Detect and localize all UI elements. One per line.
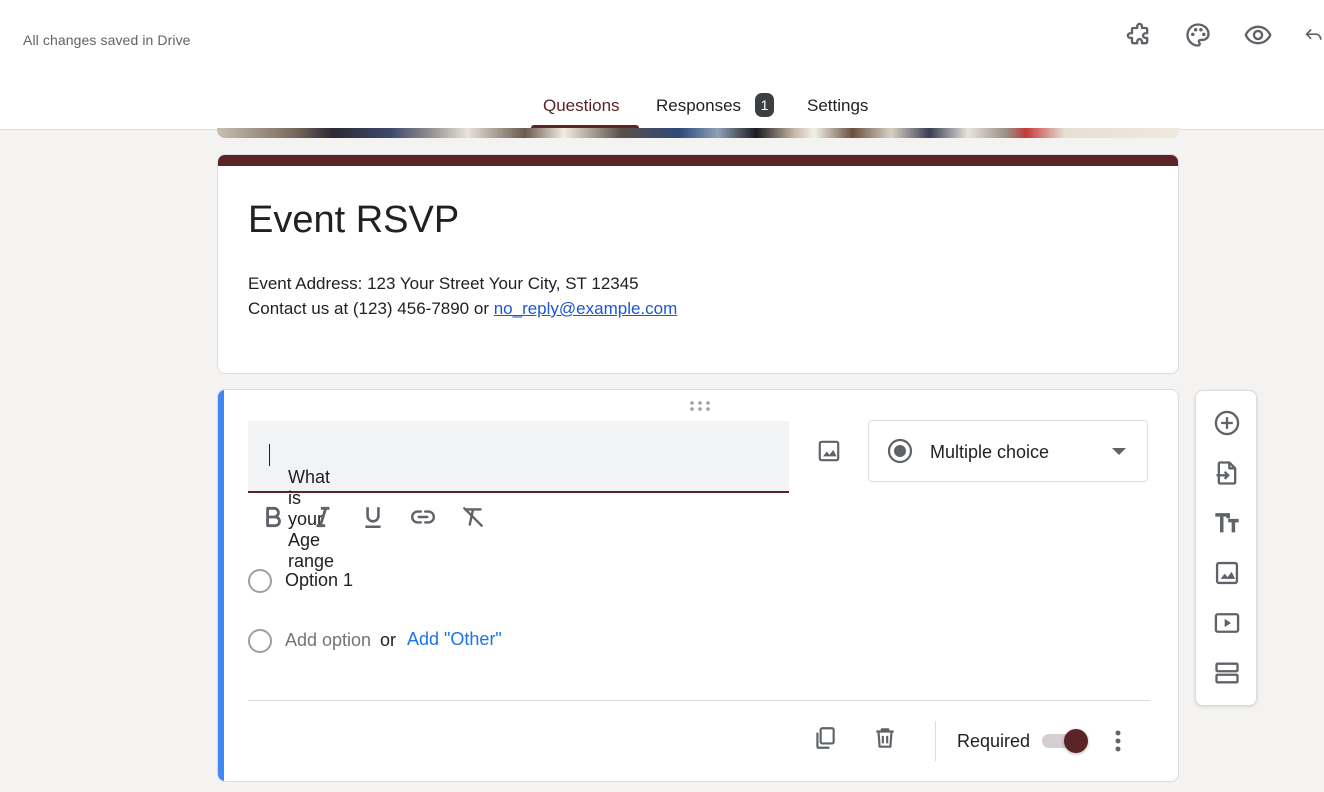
undo-icon[interactable] xyxy=(1300,18,1324,52)
required-toggle[interactable] xyxy=(1042,729,1088,753)
preview-eye-icon[interactable] xyxy=(1241,18,1275,52)
add-option-input[interactable]: Add option xyxy=(285,630,371,651)
text-cursor xyxy=(269,444,270,466)
add-option-radio xyxy=(248,629,272,653)
side-toolbar xyxy=(1195,390,1257,706)
question-type-label: Multiple choice xyxy=(930,442,1050,462)
add-video-icon[interactable] xyxy=(1210,606,1244,640)
delete-trash-icon[interactable] xyxy=(870,723,900,753)
option-radio xyxy=(248,569,272,593)
bold-icon[interactable] xyxy=(258,502,288,532)
question-type-dropdown[interactable]: Multiple choice xyxy=(868,420,1148,482)
addons-icon[interactable] xyxy=(1122,18,1156,52)
tab-responses[interactable]: Responses 1 xyxy=(656,82,775,130)
form-description[interactable]: Event Address: 123 Your Street Your City… xyxy=(248,271,677,321)
contact-email-link[interactable]: no_reply@example.com xyxy=(494,299,678,318)
tab-responses-label: Responses xyxy=(656,96,742,115)
add-image-icon-side[interactable] xyxy=(1210,556,1244,590)
radio-button-icon xyxy=(887,438,913,464)
drag-handle-icon[interactable] xyxy=(689,400,711,412)
responses-count-badge: 1 xyxy=(755,93,775,117)
tab-settings[interactable]: Settings xyxy=(807,82,868,130)
or-text: or xyxy=(380,630,397,650)
question-title-input[interactable]: What is your Age range xyxy=(248,421,789,571)
description-contact: Contact us at (123) 456-7890 or no_reply… xyxy=(248,296,677,321)
tab-bar: Questions Responses 1 Settings xyxy=(0,82,1324,130)
active-question-indicator xyxy=(218,390,224,781)
required-label: Required xyxy=(957,731,1031,751)
question-card[interactable]: What is your Age range Multiple choice O… xyxy=(217,389,1179,782)
description-address: Event Address: 123 Your Street Your City… xyxy=(248,274,639,293)
add-section-icon[interactable] xyxy=(1210,656,1244,690)
underline-icon[interactable] xyxy=(358,502,388,532)
tab-questions-label: Questions xyxy=(543,96,620,115)
top-bar: All changes saved in Drive Questions Res… xyxy=(0,0,1324,130)
add-title-text-icon[interactable] xyxy=(1210,506,1244,540)
form-header-image xyxy=(217,128,1180,138)
form-title-card[interactable]: Event RSVP Event Address: 123 Your Stree… xyxy=(217,154,1179,374)
italic-icon[interactable] xyxy=(308,502,338,532)
footer-separator xyxy=(935,721,936,761)
contact-text: Contact us at (123) 456-7890 or xyxy=(248,299,494,318)
toggle-knob xyxy=(1064,729,1088,753)
palette-icon[interactable] xyxy=(1181,18,1215,52)
footer-divider xyxy=(248,700,1150,701)
dropdown-arrow-icon xyxy=(1112,448,1126,455)
add-question-icon[interactable] xyxy=(1210,406,1244,440)
link-icon[interactable] xyxy=(408,502,438,532)
tab-questions[interactable]: Questions xyxy=(543,82,620,130)
import-questions-icon[interactable] xyxy=(1210,456,1244,490)
duplicate-icon[interactable] xyxy=(810,723,840,753)
tab-settings-label: Settings xyxy=(807,96,869,115)
option-label[interactable]: Option 1 xyxy=(285,570,353,591)
form-title[interactable]: Event RSVP xyxy=(248,199,459,242)
clear-formatting-icon[interactable] xyxy=(458,502,488,532)
add-image-icon[interactable] xyxy=(810,432,848,470)
add-other-link[interactable]: Add "Other" xyxy=(407,629,502,650)
more-options-icon[interactable] xyxy=(1108,726,1128,756)
theme-accent-bar xyxy=(218,155,1178,166)
save-status: All changes saved in Drive xyxy=(23,32,191,48)
